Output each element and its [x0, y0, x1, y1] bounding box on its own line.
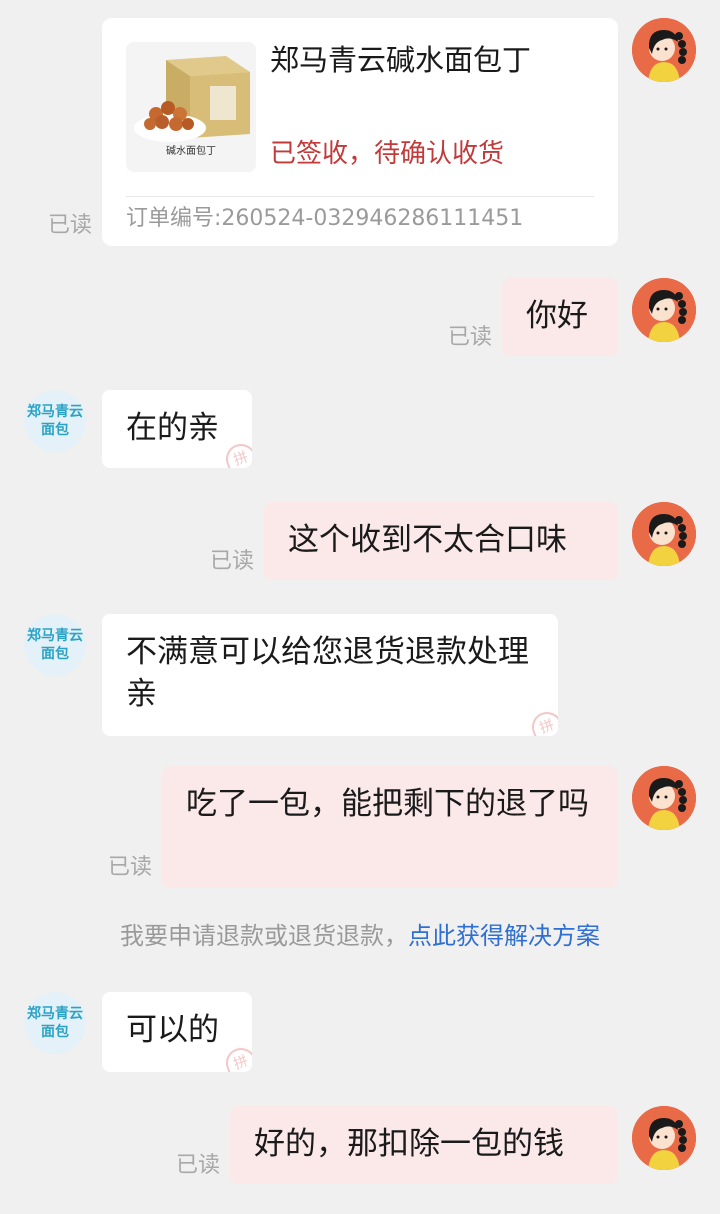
message-text: 不满意可以给您退货退款处理亲 [126, 634, 529, 712]
shop-avatar-icon[interactable]: 郑马青云 面包 [24, 614, 86, 676]
shop-avatar-line2: 面包 [41, 1024, 69, 1040]
shop-avatar-line1: 郑马青云 [27, 404, 83, 420]
my-message-bubble[interactable]: 吃了一包，能把剩下的退了吗 [162, 766, 618, 888]
chat-window: 已读 碱水面包丁 郑马青云碱水面包丁 已签收，待确认收货 订单编号:260524… [0, 0, 720, 1214]
shop-avatar-line2: 面包 [41, 422, 69, 438]
read-receipt: 已读 [176, 1153, 221, 1178]
shop-message-bubble[interactable]: 不满意可以给您退货退款处理亲 拼 [102, 614, 558, 736]
message-text: 在的亲 [126, 410, 219, 446]
shop-avatar-line1: 郑马青云 [27, 628, 83, 644]
my-message-bubble[interactable]: 这个收到不太合口味 [264, 502, 618, 580]
user-avatar-icon[interactable] [632, 18, 696, 82]
order-status: 已签收，待确认收货 [270, 139, 505, 169]
product-title[interactable]: 郑马青云碱水面包丁 [270, 40, 531, 80]
read-receipt: 已读 [108, 855, 153, 880]
pinduoduo-stamp-icon: 拼 [221, 439, 252, 468]
my-message-bubble[interactable]: 你好 [502, 278, 618, 356]
shop-avatar-line2: 面包 [41, 646, 69, 662]
system-note-text: 我要申请退款或退货退款， [120, 922, 408, 950]
user-avatar-icon[interactable] [632, 1106, 696, 1170]
pinduoduo-stamp-icon: 拼 [527, 707, 558, 736]
user-avatar-icon[interactable] [632, 278, 696, 342]
order-card[interactable]: 碱水面包丁 郑马青云碱水面包丁 已签收，待确认收货 订单编号:260524-03… [102, 18, 618, 246]
shop-avatar-line1: 郑马青云 [27, 1006, 83, 1022]
order-number: 订单编号:260524-032946286111451 [126, 206, 524, 231]
my-message-bubble[interactable]: 好的，那扣除一包的钱 [230, 1106, 618, 1184]
shop-message-bubble[interactable]: 在的亲 拼 [102, 390, 252, 468]
system-refund-note: 我要申请退款或退货退款，点此获得解决方案 [0, 920, 720, 952]
shop-message-bubble[interactable]: 可以的 拼 [102, 992, 252, 1072]
product-image-caption: 碱水面包丁 [166, 146, 216, 157]
shop-avatar-icon[interactable]: 郑马青云 面包 [24, 390, 86, 452]
read-receipt: 已读 [210, 549, 255, 574]
pinduoduo-stamp-icon: 拼 [221, 1043, 252, 1072]
user-avatar-icon[interactable] [632, 502, 696, 566]
product-thumbnail-icon[interactable]: 碱水面包丁 [126, 42, 256, 172]
shop-avatar-icon[interactable]: 郑马青云 面包 [24, 992, 86, 1054]
user-avatar-icon[interactable] [632, 766, 696, 830]
message-text: 可以的 [126, 1012, 219, 1048]
solution-link[interactable]: 点此获得解决方案 [408, 922, 600, 950]
card-divider [126, 196, 594, 197]
read-receipt: 已读 [48, 213, 93, 238]
read-receipt: 已读 [448, 325, 493, 350]
